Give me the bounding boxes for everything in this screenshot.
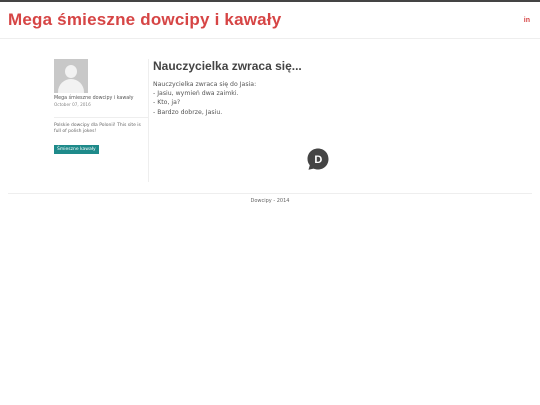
post-line: - Bardzo dobrze, Jasiu. xyxy=(153,108,223,116)
site-title[interactable]: Mega śmieszne dowcipy i kawały xyxy=(8,10,281,30)
footer-divider xyxy=(8,193,532,194)
post-content: Nauczycielka zwraca się... Nauczycielka … xyxy=(153,59,493,117)
avatar-body-shape xyxy=(58,79,84,93)
post-line: - Jasiu, wymień dwa zaimki. xyxy=(153,90,239,98)
site-blurb: Polskie dowcipy dla Polonii! This site i… xyxy=(54,123,141,134)
author-sidebar: Mega śmieszne dowcipy i kawały October 0… xyxy=(54,59,149,182)
post-date: October 07, 2016 xyxy=(54,102,91,107)
post-line: - Kto, ja? xyxy=(153,99,181,107)
avatar-head-shape xyxy=(65,65,77,78)
linkedin-icon[interactable]: in xyxy=(522,15,532,26)
tag-button[interactable]: Śmieszne kawały xyxy=(54,145,99,154)
sidebar-divider xyxy=(54,117,148,118)
site-header: Mega śmieszne dowcipy i kawały in xyxy=(0,2,540,39)
footer-text: Dowcipy - 2014 xyxy=(250,198,290,204)
post-title: Nauczycielka zwraca się... xyxy=(153,59,302,73)
avatar xyxy=(54,59,88,93)
author-name[interactable]: Mega śmieszne dowcipy i kawały xyxy=(54,96,148,101)
disqus-icon[interactable]: D xyxy=(306,147,330,171)
disqus-letter: D xyxy=(314,154,322,166)
post-line: Nauczycielka zwraca się do Jasia: xyxy=(153,81,257,88)
